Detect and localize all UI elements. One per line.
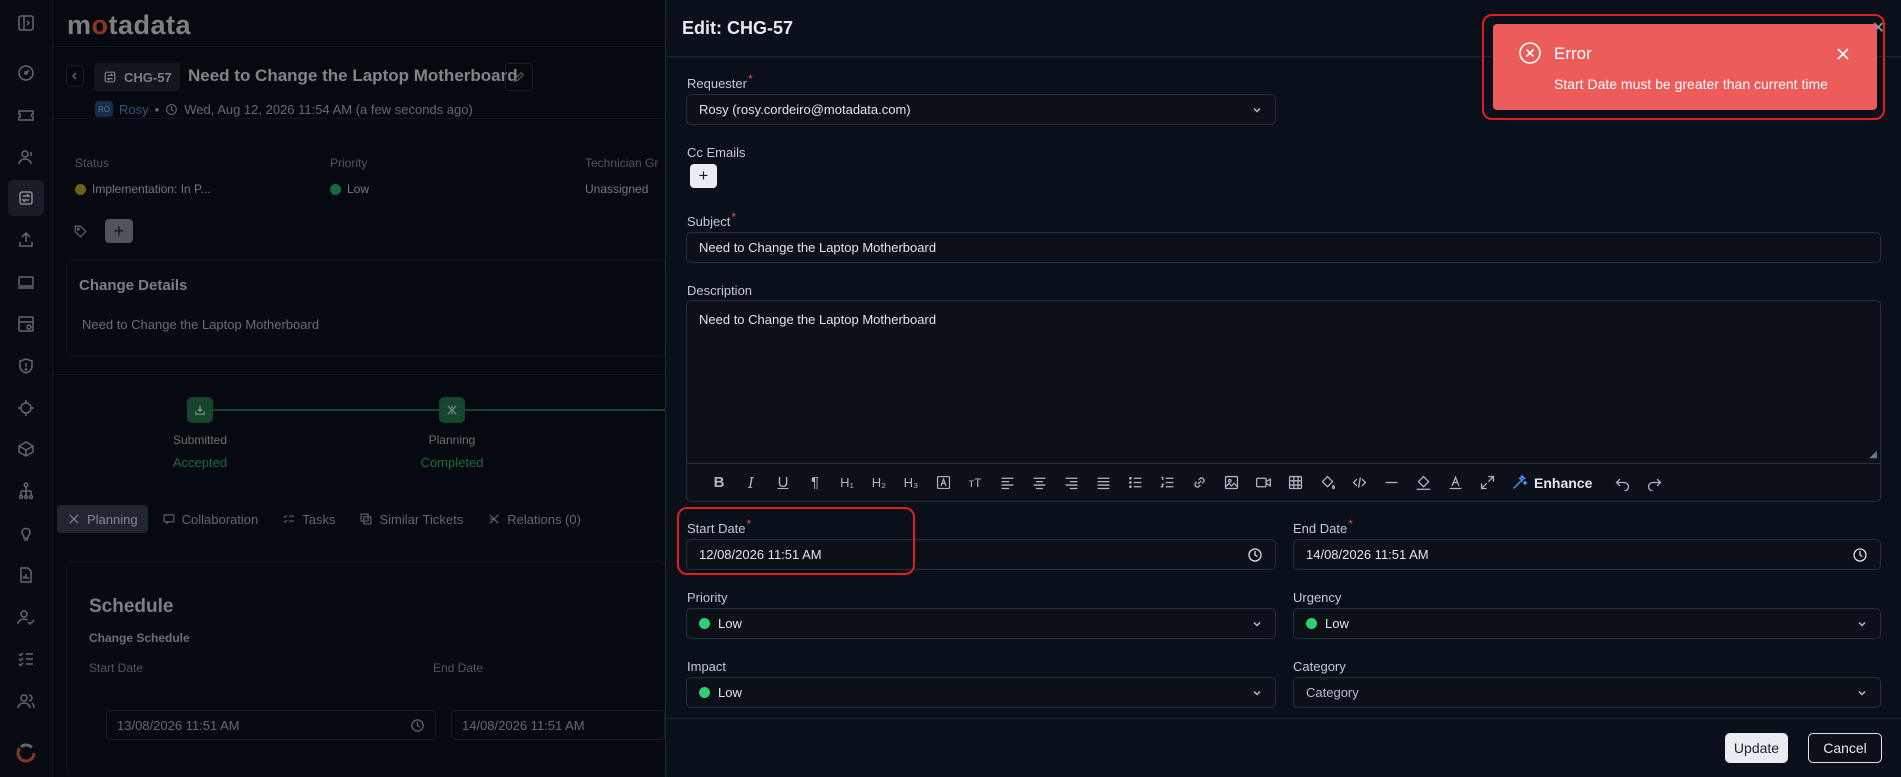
impact-select[interactable]: Low xyxy=(686,677,1276,708)
subject-label: Subject* xyxy=(687,210,737,229)
urgency-label: Urgency xyxy=(1293,590,1342,605)
bold-icon[interactable]: B xyxy=(703,471,735,495)
start-date-highlight xyxy=(677,507,915,575)
category-label: Category xyxy=(1293,659,1346,674)
editor-toolbar: B I U ¶ H₁ H₂ H₃ ᴛT Enhance xyxy=(687,463,1880,501)
enhance-button[interactable]: Enhance xyxy=(1503,474,1606,491)
image-icon[interactable] xyxy=(1215,471,1247,495)
description-label: Description xyxy=(687,283,753,298)
cancel-button[interactable]: Cancel xyxy=(1808,733,1882,763)
priority-select[interactable]: Low xyxy=(686,608,1276,639)
table-icon[interactable] xyxy=(1279,471,1311,495)
underline-icon[interactable]: U xyxy=(767,471,799,495)
chevron-down-icon xyxy=(1251,687,1263,699)
impact-dot xyxy=(699,687,710,698)
requester-select[interactable]: Rosy (rosy.cordeiro@motadata.com) xyxy=(686,94,1276,125)
add-cc-email-button[interactable]: + xyxy=(690,164,717,188)
code-icon[interactable] xyxy=(1343,471,1375,495)
align-right-icon[interactable] xyxy=(1055,471,1087,495)
bullet-list-icon[interactable] xyxy=(1119,471,1151,495)
requester-label: Requester* xyxy=(687,72,753,91)
drawer-footer-divider xyxy=(666,718,1901,719)
link-icon[interactable] xyxy=(1183,471,1215,495)
drawer-title: Edit: CHG-57 xyxy=(682,18,794,38)
impact-label: Impact xyxy=(687,659,727,674)
undo-icon[interactable] xyxy=(1606,471,1638,495)
video-icon[interactable] xyxy=(1247,471,1279,495)
align-justify-icon[interactable] xyxy=(1087,471,1119,495)
cc-emails-label: Cc Emails xyxy=(687,145,746,160)
align-left-icon[interactable] xyxy=(991,471,1023,495)
toast-close-icon[interactable] xyxy=(1836,47,1850,61)
chevron-down-icon xyxy=(1856,687,1868,699)
description-editor[interactable]: Need to Change the Laptop Motherboard ◢ … xyxy=(686,300,1881,502)
subject-input[interactable]: Need to Change the Laptop Motherboard xyxy=(686,232,1881,263)
resize-handle-icon[interactable]: ◢ xyxy=(1869,449,1877,460)
text-color-icon[interactable] xyxy=(1439,471,1471,495)
end-date-input[interactable]: 14/08/2026 11:51 AM xyxy=(1293,539,1881,570)
heading2-icon[interactable]: H₂ xyxy=(863,471,895,495)
update-button[interactable]: Update xyxy=(1725,733,1788,763)
redo-icon[interactable] xyxy=(1638,471,1670,495)
clear-format-icon[interactable] xyxy=(1407,471,1439,495)
paragraph-icon[interactable]: ¶ xyxy=(799,471,831,495)
priority-dot xyxy=(699,618,710,629)
urgency-dot xyxy=(1306,618,1317,629)
end-date-label: End Date* xyxy=(1293,517,1353,536)
magic-wand-icon xyxy=(1513,474,1528,489)
modal-backdrop[interactable] xyxy=(0,0,665,777)
horizontal-rule-icon[interactable] xyxy=(1375,471,1407,495)
fill-color-icon[interactable] xyxy=(1311,471,1343,495)
toast-message: Start Date must be greater than current … xyxy=(1554,76,1828,92)
chevron-down-icon xyxy=(1856,618,1868,630)
font-size-icon[interactable]: ᴛT xyxy=(959,471,991,495)
chevron-down-icon xyxy=(1251,618,1263,630)
clock-icon[interactable] xyxy=(1852,547,1868,563)
toast-title: Error xyxy=(1554,44,1592,63)
chevron-down-icon xyxy=(1251,104,1263,116)
description-text[interactable]: Need to Change the Laptop Motherboard xyxy=(699,312,936,327)
clock-icon[interactable] xyxy=(1247,547,1263,563)
fullscreen-icon[interactable] xyxy=(1471,471,1503,495)
heading1-icon[interactable]: H₁ xyxy=(831,471,863,495)
category-select[interactable]: Category xyxy=(1293,677,1881,708)
error-toast: Error Start Date must be greater than cu… xyxy=(1493,24,1877,110)
urgency-select[interactable]: Low xyxy=(1293,608,1881,639)
text-style-icon[interactable] xyxy=(927,471,959,495)
numbered-list-icon[interactable] xyxy=(1151,471,1183,495)
align-center-icon[interactable] xyxy=(1023,471,1055,495)
italic-icon[interactable]: I xyxy=(735,471,767,495)
priority-label: Priority xyxy=(687,590,728,605)
error-circle-icon xyxy=(1519,42,1541,64)
heading3-icon[interactable]: H₃ xyxy=(895,471,927,495)
